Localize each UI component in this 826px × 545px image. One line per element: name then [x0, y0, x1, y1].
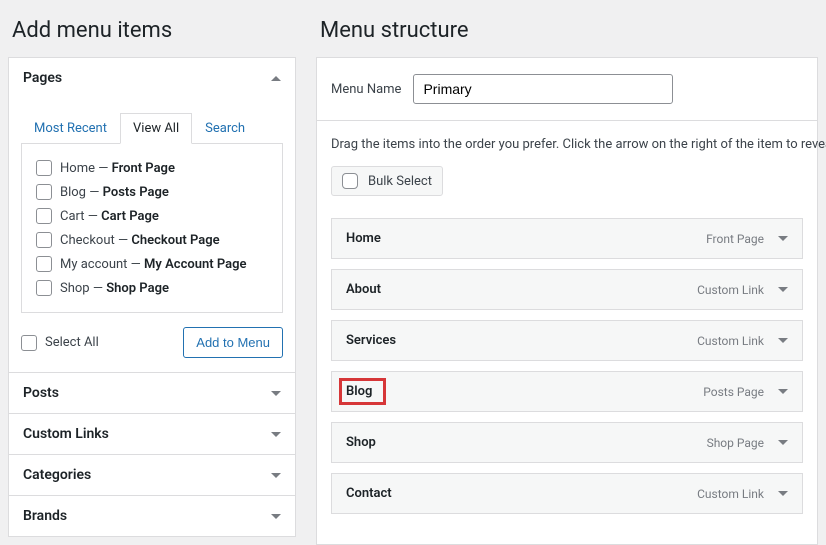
chevron-down-icon[interactable] [778, 389, 788, 394]
add-to-menu-button[interactable]: Add to Menu [183, 327, 283, 358]
accordion-posts[interactable]: Posts [9, 373, 295, 413]
accordion-posts-label: Posts [23, 385, 59, 401]
menu-name-input[interactable] [413, 74, 673, 104]
checkbox[interactable] [36, 232, 52, 248]
menu-item-blog[interactable]: Blog Posts Page [331, 371, 803, 412]
menu-name-row: Menu Name [316, 57, 818, 120]
page-row[interactable]: Cart — Cart Page [36, 204, 268, 228]
tab-most-recent[interactable]: Most Recent [21, 113, 120, 144]
menu-item-shop[interactable]: Shop Shop Page [331, 422, 803, 463]
accordion-pages-label: Pages [23, 70, 62, 86]
accordion-categories[interactable]: Categories [9, 455, 295, 495]
accordion-pages-body: Most Recent View All Search Home — Front… [9, 112, 295, 372]
tab-search[interactable]: Search [192, 113, 258, 144]
checkbox[interactable] [36, 160, 52, 176]
chevron-down-icon [271, 514, 281, 519]
chevron-down-icon[interactable] [778, 287, 788, 292]
accordion-custom-links[interactable]: Custom Links [9, 414, 295, 454]
menu-name-label: Menu Name [331, 82, 401, 97]
checkbox[interactable] [36, 280, 52, 296]
add-items-heading: Add menu items [8, 0, 296, 57]
accordion-links-label: Custom Links [23, 426, 109, 442]
chevron-down-icon [271, 432, 281, 437]
menu-item-services[interactable]: Services Custom Link [331, 320, 803, 361]
bulk-select-label: Bulk Select [368, 174, 432, 189]
chevron-down-icon[interactable] [778, 338, 788, 343]
bulk-select[interactable]: Bulk Select [331, 166, 443, 196]
menu-structure-heading: Menu structure [316, 0, 818, 57]
checkbox[interactable] [36, 184, 52, 200]
accordion-container: Pages Most Recent View All Search Home —… [8, 57, 296, 537]
checkbox[interactable] [342, 173, 358, 189]
chevron-up-icon [271, 76, 281, 81]
chevron-down-icon [271, 473, 281, 478]
menu-item-about[interactable]: About Custom Link [331, 269, 803, 310]
accordion-brands[interactable]: Brands [9, 496, 295, 536]
page-row[interactable]: Checkout — Checkout Page [36, 228, 268, 252]
chevron-down-icon [271, 391, 281, 396]
chevron-down-icon[interactable] [778, 491, 788, 496]
page-row[interactable]: Home — Front Page [36, 156, 268, 180]
page-row[interactable]: Shop — Shop Page [36, 276, 268, 300]
chevron-down-icon[interactable] [778, 440, 788, 445]
menu-item-home[interactable]: Home Front Page [331, 218, 803, 259]
tab-view-all[interactable]: View All [120, 113, 192, 144]
checkbox[interactable] [36, 208, 52, 224]
accordion-pages[interactable]: Pages [9, 58, 295, 98]
accordion-cats-label: Categories [23, 467, 91, 483]
page-row[interactable]: My account — My Account Page [36, 252, 268, 276]
checkbox[interactable] [36, 256, 52, 272]
select-all-row[interactable]: Select All [21, 331, 99, 355]
drag-hint: Drag the items into the order you prefer… [331, 137, 803, 152]
menu-item-contact[interactable]: Contact Custom Link [331, 473, 803, 514]
page-row[interactable]: Blog — Posts Page [36, 180, 268, 204]
checkbox[interactable] [21, 335, 37, 351]
chevron-down-icon[interactable] [778, 236, 788, 241]
select-all-label: Select All [45, 335, 99, 350]
